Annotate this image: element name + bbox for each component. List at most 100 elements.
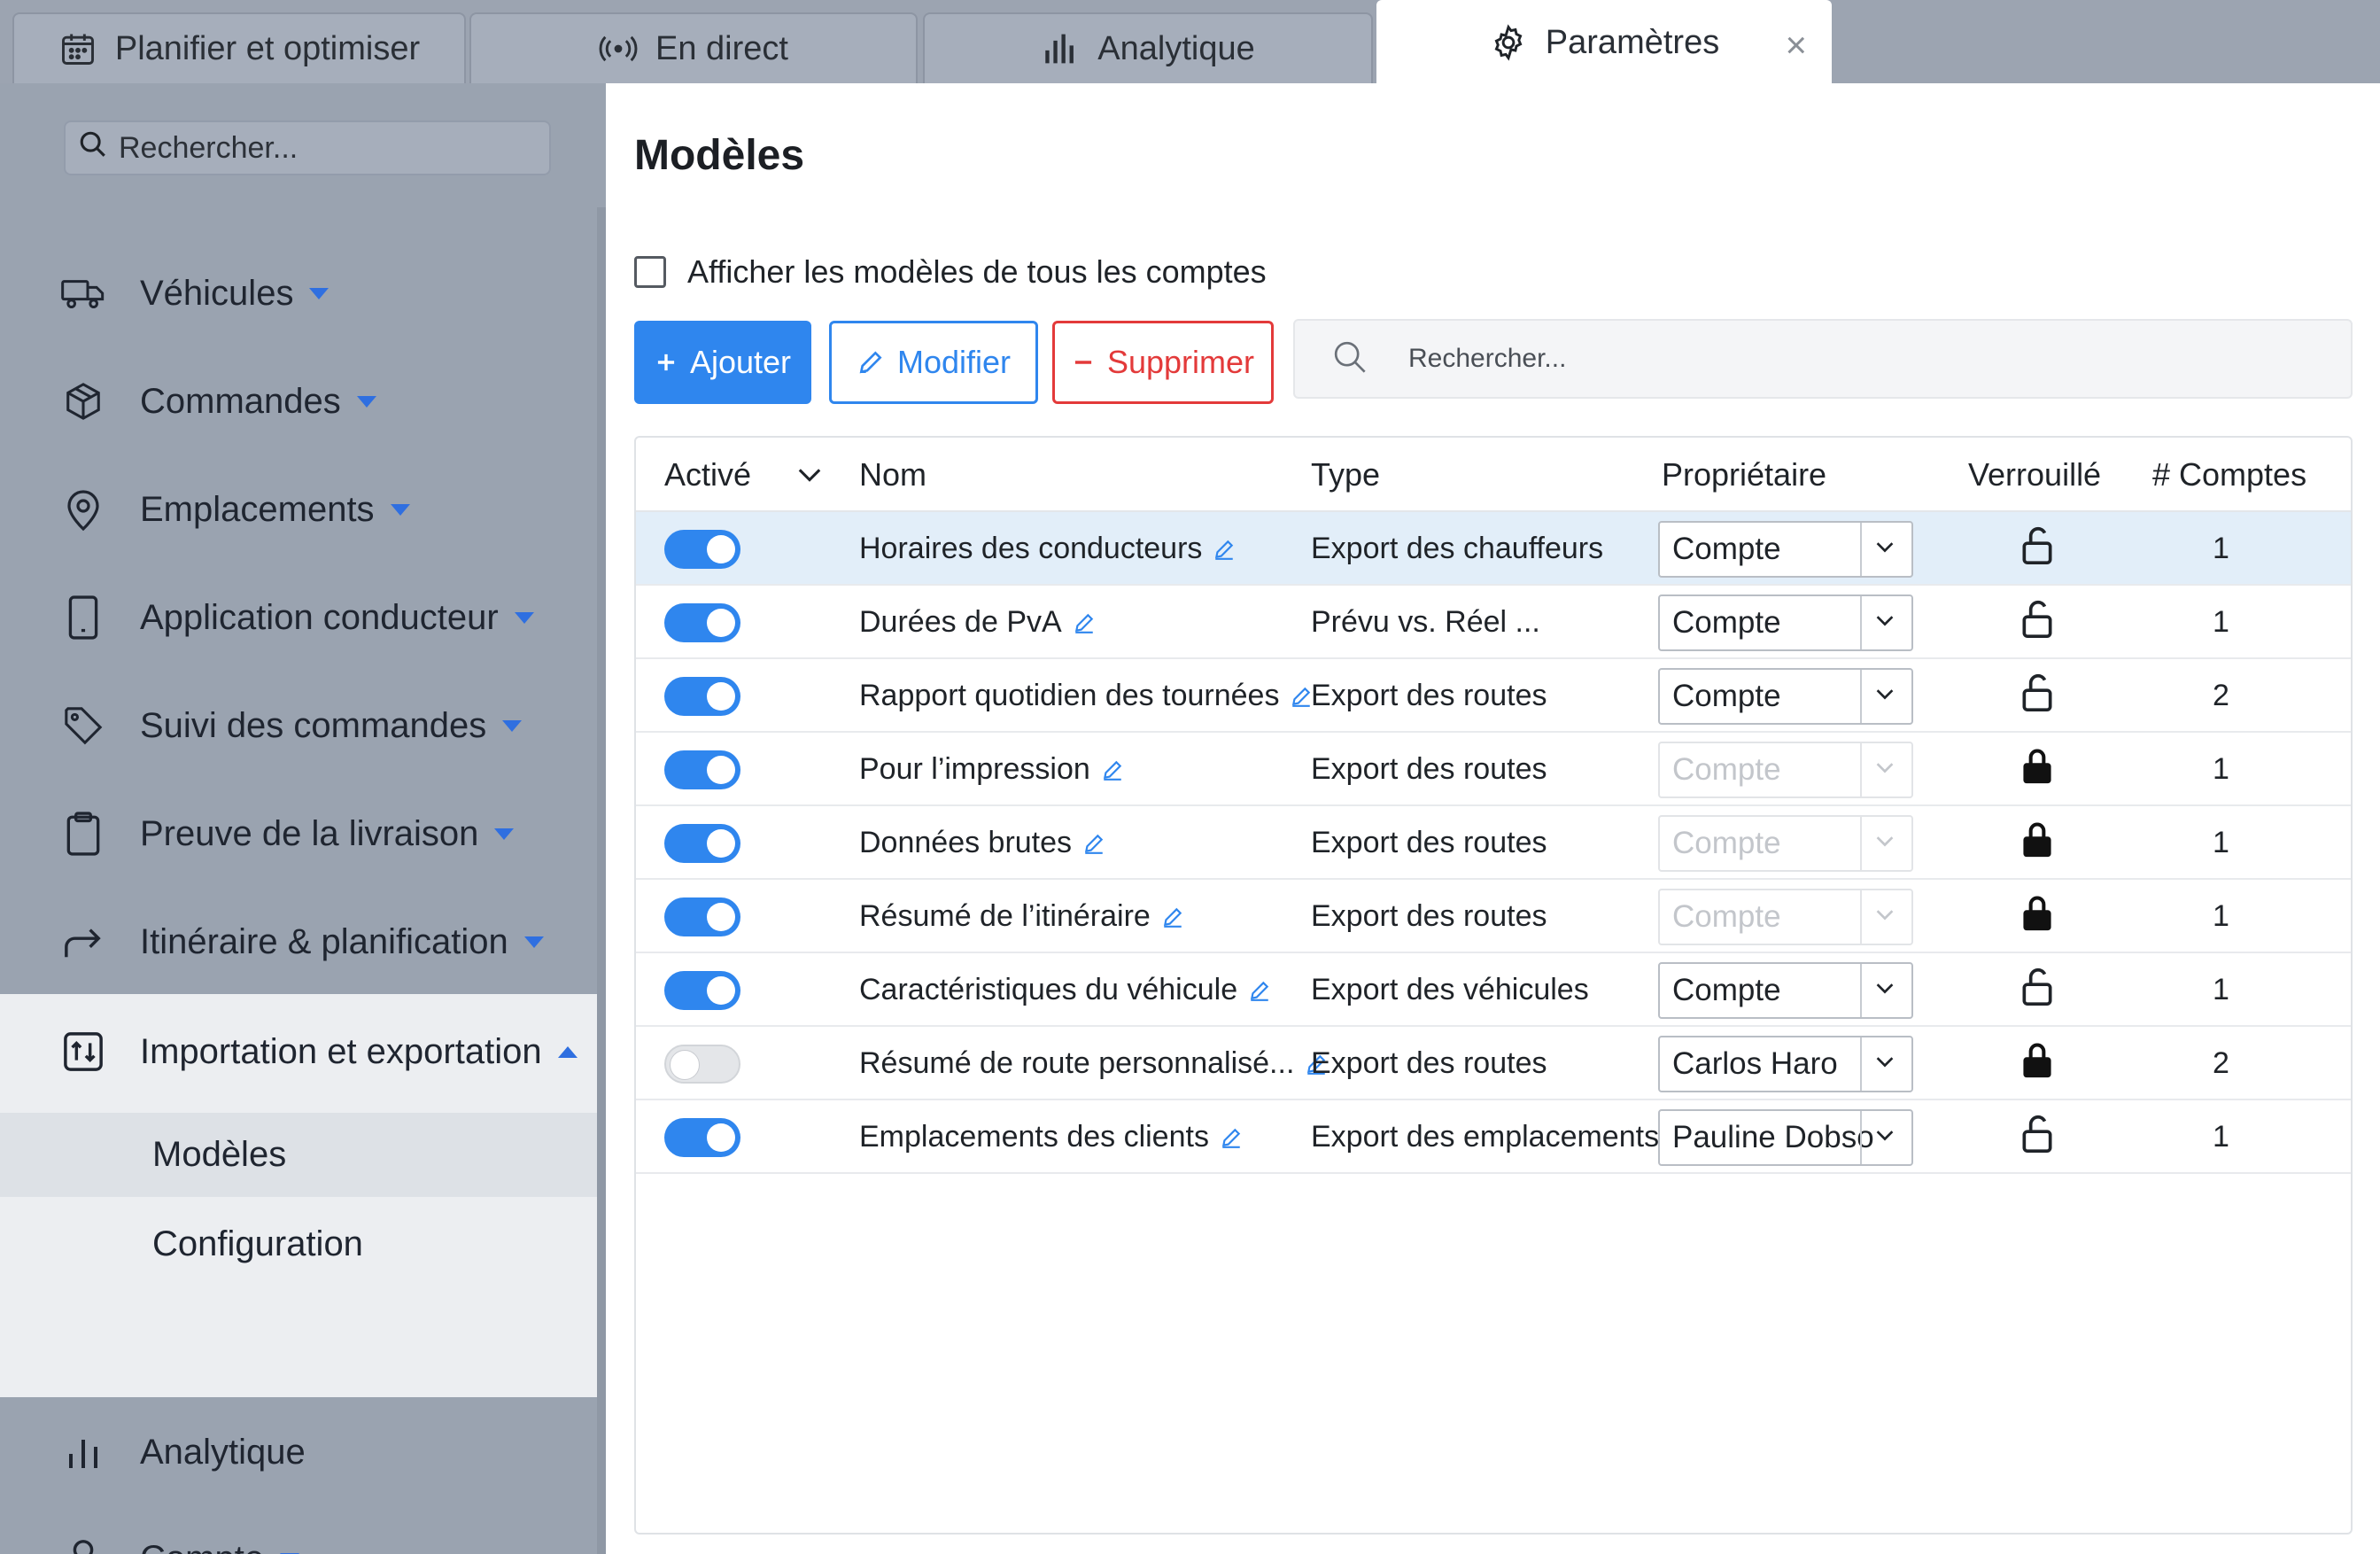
active-toggle[interactable] (664, 676, 740, 716)
sidebar-item-itineraire[interactable]: Itinéraire & planification (0, 893, 597, 991)
owner-select[interactable]: Compte (1658, 741, 1913, 798)
lock-open-icon[interactable] (2020, 599, 2055, 646)
active-toggle[interactable] (664, 750, 740, 789)
sidebar-item-commandes[interactable]: Commandes (0, 353, 597, 450)
sidebar: Véhicules Commandes Emplacements Applica… (0, 83, 606, 1554)
active-toggle[interactable] (664, 1044, 740, 1084)
table-row[interactable]: Données brutes Export des routes Compte 1 (636, 806, 2351, 880)
owner-value: Compte (1672, 604, 1781, 640)
close-tab-icon[interactable]: × (1785, 27, 1807, 64)
table-row[interactable]: Pour l’impression Export des routes Compte… (636, 733, 2351, 806)
minus-icon (1072, 351, 1095, 374)
column-header-locked[interactable]: Verrouillé (1968, 438, 2101, 512)
sidebar-item-importation-exportation[interactable]: Importation et exportation (0, 1003, 597, 1100)
owner-select[interactable]: Pauline Dobso (1658, 1108, 1913, 1166)
chevron-down-icon (494, 828, 515, 840)
lock-open-icon[interactable] (2020, 967, 2055, 1014)
tag-icon (60, 705, 106, 746)
edit-name-pencil-icon[interactable] (1073, 611, 1096, 634)
lock-open-icon[interactable] (2020, 672, 2055, 719)
lock-closed-icon[interactable] (2020, 1040, 2055, 1087)
show-all-accounts-checkbox[interactable] (634, 256, 666, 288)
sidebar-search[interactable] (64, 120, 551, 175)
tab-planifier[interactable]: Planifier et optimiser (12, 12, 466, 83)
chevron-down-icon[interactable] (797, 438, 822, 512)
chevron-down-icon (1874, 982, 1895, 996)
chevron-down-icon (1874, 1055, 1895, 1069)
owner-select[interactable]: Compte (1658, 667, 1913, 725)
column-header-name[interactable]: Nom (859, 438, 926, 512)
sidebar-item-compte[interactable]: Compte (0, 1510, 597, 1554)
edit-name-pencil-icon[interactable] (1101, 758, 1124, 781)
sidebar-item-suivi-commandes[interactable]: Suivi des commandes (0, 677, 597, 774)
sidebar-item-vehicules[interactable]: Véhicules (0, 245, 597, 342)
active-toggle[interactable] (664, 823, 740, 863)
owner-select[interactable]: Compte (1658, 520, 1913, 578)
edit-name-pencil-icon[interactable] (1161, 905, 1184, 929)
column-header-type[interactable]: Type (1311, 438, 1380, 512)
tab-en-direct[interactable]: En direct (469, 12, 918, 83)
lock-closed-icon[interactable] (2020, 893, 2055, 940)
table-row[interactable]: Rapport quotidien des tournées Export des… (636, 659, 2351, 733)
edit-name-pencil-icon[interactable] (1082, 832, 1105, 855)
active-toggle[interactable] (664, 970, 740, 1010)
table-row[interactable]: Caractéristiques du véhicule Export des v… (636, 953, 2351, 1027)
lock-closed-icon[interactable] (2020, 746, 2055, 793)
tab-parametres[interactable]: Paramètres × (1376, 0, 1832, 83)
sidebar-subitem-modeles[interactable]: Modèles (0, 1113, 597, 1197)
chevron-down-icon (1874, 614, 1895, 628)
table-row[interactable]: Emplacements des clients Export des empla… (636, 1100, 2351, 1174)
table-row[interactable]: Résumé de route personnalisé... Export de… (636, 1027, 2351, 1100)
lock-open-icon[interactable] (2020, 1114, 2055, 1161)
chevron-down-icon (309, 287, 329, 299)
owner-select[interactable]: Carlos Haro (1658, 1035, 1913, 1092)
owner-select[interactable]: Compte (1658, 594, 1913, 651)
sidebar-subitem-label: Configuration (152, 1224, 363, 1263)
sidebar-search-input[interactable] (119, 130, 526, 166)
box-icon (60, 381, 106, 422)
sidebar-item-label: Commandes (140, 381, 341, 421)
top-tab-bar: Planifier et optimiser En direct Analyti… (0, 0, 2380, 83)
active-toggle[interactable] (664, 897, 740, 936)
tab-label: Paramètres (1545, 23, 1720, 61)
templates-table: Activé Nom Type Propriétaire Verrouillé … (634, 436, 2353, 1535)
owner-select[interactable]: Compte (1658, 814, 1913, 872)
sidebar-scrollbar[interactable] (597, 207, 606, 1554)
edit-name-pencil-icon[interactable] (1220, 1126, 1243, 1149)
active-toggle[interactable] (664, 529, 740, 569)
tab-analytique[interactable]: Analytique (923, 12, 1373, 83)
column-header-owner[interactable]: Propriétaire (1662, 438, 1826, 512)
delete-button[interactable]: Supprimer (1052, 321, 1274, 404)
lock-open-icon[interactable] (2020, 525, 2055, 572)
owner-select[interactable]: Compte (1658, 961, 1913, 1019)
sidebar-item-emplacements[interactable]: Emplacements (0, 461, 597, 558)
add-button[interactable]: Ajouter (634, 321, 811, 404)
edit-name-pencil-icon[interactable] (1290, 685, 1313, 708)
column-header-active[interactable]: Activé (664, 438, 751, 512)
sidebar-item-preuve-livraison[interactable]: Preuve de la livraison (0, 785, 597, 882)
active-toggle[interactable] (664, 1117, 740, 1157)
edit-button[interactable]: Modifier (829, 321, 1038, 404)
account-count: 1 (2213, 1120, 2229, 1154)
sidebar-item-analytique[interactable]: Analytique (0, 1403, 597, 1501)
table-search-input[interactable] (1408, 344, 2294, 374)
delete-button-label: Supprimer (1106, 344, 1255, 380)
edit-name-pencil-icon[interactable] (1213, 538, 1236, 561)
template-type: Export des véhicules (1311, 973, 1589, 1006)
search-icon (78, 129, 108, 167)
user-icon (60, 1538, 106, 1554)
sidebar-subitem-configuration[interactable]: Configuration (0, 1202, 597, 1286)
owner-select[interactable]: Compte (1658, 888, 1913, 945)
table-search[interactable] (1293, 319, 2353, 399)
sidebar-item-application-conducteur[interactable]: Application conducteur (0, 569, 597, 666)
table-row[interactable]: Durées de PvA Prévu vs. Réel ... Compte 1 (636, 586, 2351, 659)
edit-name-pencil-icon[interactable] (1248, 979, 1271, 1002)
tab-label: Analytique (1097, 29, 1255, 67)
table-row[interactable]: Résumé de l’itinéraire Export des routes C… (636, 880, 2351, 953)
active-toggle[interactable] (664, 602, 740, 642)
table-row[interactable]: Horaires des conducteurs Export des chauf… (636, 512, 2351, 586)
template-type: Export des routes (1311, 899, 1547, 933)
column-header-accounts[interactable]: # Comptes (2152, 438, 2306, 512)
lock-closed-icon[interactable] (2020, 820, 2055, 866)
plus-icon (655, 351, 678, 374)
